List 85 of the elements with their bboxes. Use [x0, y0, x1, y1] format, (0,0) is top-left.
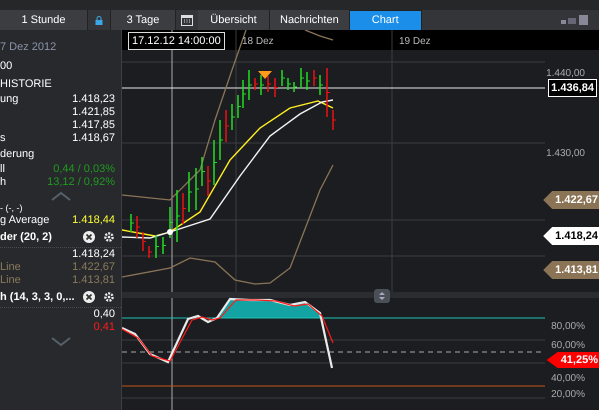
- date-text: 7 Dez 2012: [0, 40, 56, 56]
- window-size-icon[interactable]: [561, 15, 589, 25]
- price-bar: [313, 70, 318, 86]
- price-bar: [176, 190, 180, 242]
- section-label: HISTORIE: [0, 76, 52, 92]
- price-axis-label: 1.440,00: [546, 67, 585, 81]
- remove-icon[interactable]: [83, 231, 95, 243]
- field-value: 1.418,44: [72, 215, 115, 226]
- section-label: derung: [0, 146, 34, 162]
- field-value: 1.417,85: [72, 120, 115, 131]
- price-bar: [155, 235, 160, 258]
- field-label: h: [0, 177, 6, 188]
- oscillator-axis-label: 60,00%: [551, 339, 585, 353]
- price-bar: [182, 193, 186, 224]
- price-bar: [201, 157, 206, 186]
- price-bar: [142, 232, 146, 251]
- price-bar: [326, 68, 330, 117]
- price-bar: [169, 207, 174, 238]
- field-label: Line: [0, 262, 21, 273]
- tab[interactable]: Nachrichten: [270, 10, 350, 30]
- price-bar: [293, 82, 298, 92]
- field-value: 1.418,24: [72, 249, 115, 260]
- price-bar: [254, 78, 258, 90]
- oscillator-axis-label: 80,00%: [551, 320, 585, 334]
- price-bar: [225, 110, 230, 142]
- tab[interactable]: Übersicht: [198, 10, 270, 30]
- price-tag: 1.422,67: [543, 191, 599, 209]
- indicator-label: der (20, 2): [0, 230, 52, 245]
- crosshair-point: [167, 229, 173, 235]
- field-label: Line: [0, 275, 21, 286]
- price-bar: [219, 120, 224, 160]
- price-bar: [332, 110, 336, 130]
- resize-handle-icon[interactable]: [374, 289, 390, 303]
- price-bar: [148, 246, 152, 258]
- price-bar: [281, 70, 286, 86]
- price-bar: [267, 76, 272, 92]
- marker-icon: [258, 71, 272, 79]
- price-bar: [213, 140, 218, 185]
- crosshair-time-label: 17.12.12 14:00:00: [128, 32, 225, 50]
- price-bar: [207, 166, 212, 196]
- date-label: 19 Dez: [399, 35, 431, 49]
- oscillator-value-tag: 41,25%: [546, 352, 599, 368]
- section-label: - (-, -): [0, 204, 22, 213]
- date-label: 18 Dez: [242, 35, 274, 49]
- price-bar: [260, 75, 264, 95]
- price-bar: [162, 237, 166, 254]
- field-value: 1.413,81: [72, 275, 115, 286]
- price-bar: [188, 172, 192, 212]
- price-tag: 1.413,81: [543, 261, 599, 279]
- field-value: 0,44 / 0,03%: [53, 164, 115, 175]
- settings-icon[interactable]: [103, 291, 115, 303]
- field-label: s: [0, 133, 6, 144]
- price-bar: [300, 68, 304, 88]
- price-bar: [136, 216, 140, 238]
- period-button[interactable]: 1 Stunde: [0, 10, 88, 30]
- price-bar: [130, 214, 134, 232]
- price-bar: [195, 168, 200, 210]
- field-value: 0,40: [94, 309, 115, 320]
- field-label: g Average: [0, 215, 50, 226]
- price-bar: [248, 70, 252, 100]
- calendar-icon[interactable]: [181, 14, 193, 26]
- price-bar: [319, 75, 324, 95]
- remove-icon[interactable]: [83, 291, 95, 303]
- price-bar: [287, 78, 292, 90]
- price-tag: 1.418,24: [543, 227, 599, 245]
- field-label: ung: [0, 94, 18, 105]
- field-value: 1.422,67: [72, 262, 115, 273]
- price-bar: [306, 72, 310, 90]
- field-value: 1.421,85: [72, 107, 115, 118]
- indicator-label: h (14, 3, 3, 0,...: [0, 290, 75, 305]
- section-label: 00: [0, 58, 12, 74]
- price-tag: 1.436,84: [548, 79, 597, 97]
- field-value: 0,41: [94, 322, 115, 333]
- price-bar: [274, 78, 278, 97]
- field-value: 1.418,23: [72, 94, 115, 105]
- settings-icon[interactable]: [103, 231, 115, 243]
- lock-icon[interactable]: [95, 16, 103, 24]
- field-value: 1.418,67: [72, 133, 115, 144]
- oscillator-axis-label: 40,00%: [551, 372, 585, 386]
- field-label: ll: [0, 164, 5, 175]
- price-axis-label: 1.430,00: [546, 147, 585, 161]
- price-bar: [231, 104, 236, 130]
- field-value: 13,12 / 0,92%: [47, 177, 115, 188]
- oscillator-axis-label: 20,00%: [551, 388, 585, 402]
- range-button[interactable]: 3 Tage: [110, 10, 176, 30]
